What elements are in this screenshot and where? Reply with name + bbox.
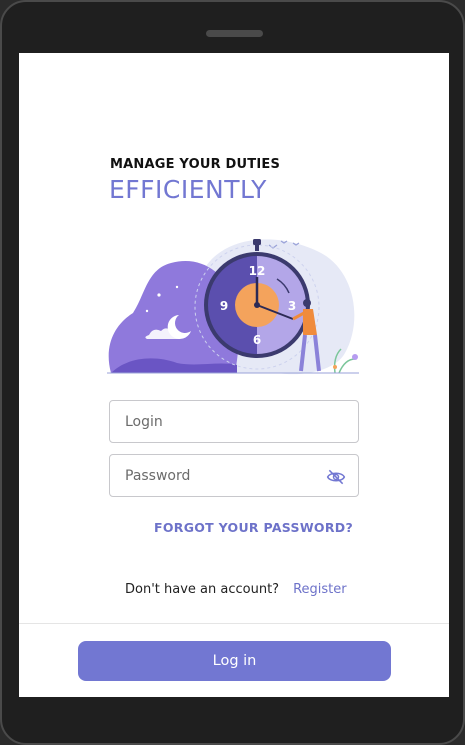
star-icon [157,293,161,297]
clock-number-6: 6 [253,333,261,347]
clock-illustration: 12 3 6 9 [107,239,359,375]
password-input[interactable] [110,455,358,496]
person-head [303,299,311,307]
speaker-grille [206,30,263,37]
clock-pin [254,302,260,308]
login-field[interactable] [109,400,359,443]
clock-number-12: 12 [249,264,266,278]
password-field[interactable] [109,454,359,497]
flower-icon [352,354,358,360]
eye-off-icon[interactable] [326,467,346,487]
register-link[interactable]: Register [293,582,347,597]
register-row: Don't have an account? Register [125,582,347,597]
forgot-password-link[interactable]: FORGOT YOUR PASSWORD? [154,520,353,535]
clock-number-9: 9 [220,299,228,313]
star-icon [145,309,149,313]
clock-number-3: 3 [288,299,296,313]
headline-small: MANAGE YOUR DUTIES [110,157,281,172]
clock-stem [255,245,259,251]
login-input[interactable] [110,401,358,442]
headline-big: EFFICIENTLY [109,175,267,204]
clock-crown [253,239,261,245]
star-icon [175,285,179,289]
flower-icon [333,365,337,369]
login-screen: MANAGE YOUR DUTIES EFFICIENTLY 12 3 6 9 … [19,53,449,697]
register-question: Don't have an account? [125,582,280,597]
login-button[interactable]: Log in [78,641,391,681]
phone-frame: MANAGE YOUR DUTIES EFFICIENTLY 12 3 6 9 … [0,0,465,745]
bottom-divider [19,623,449,624]
